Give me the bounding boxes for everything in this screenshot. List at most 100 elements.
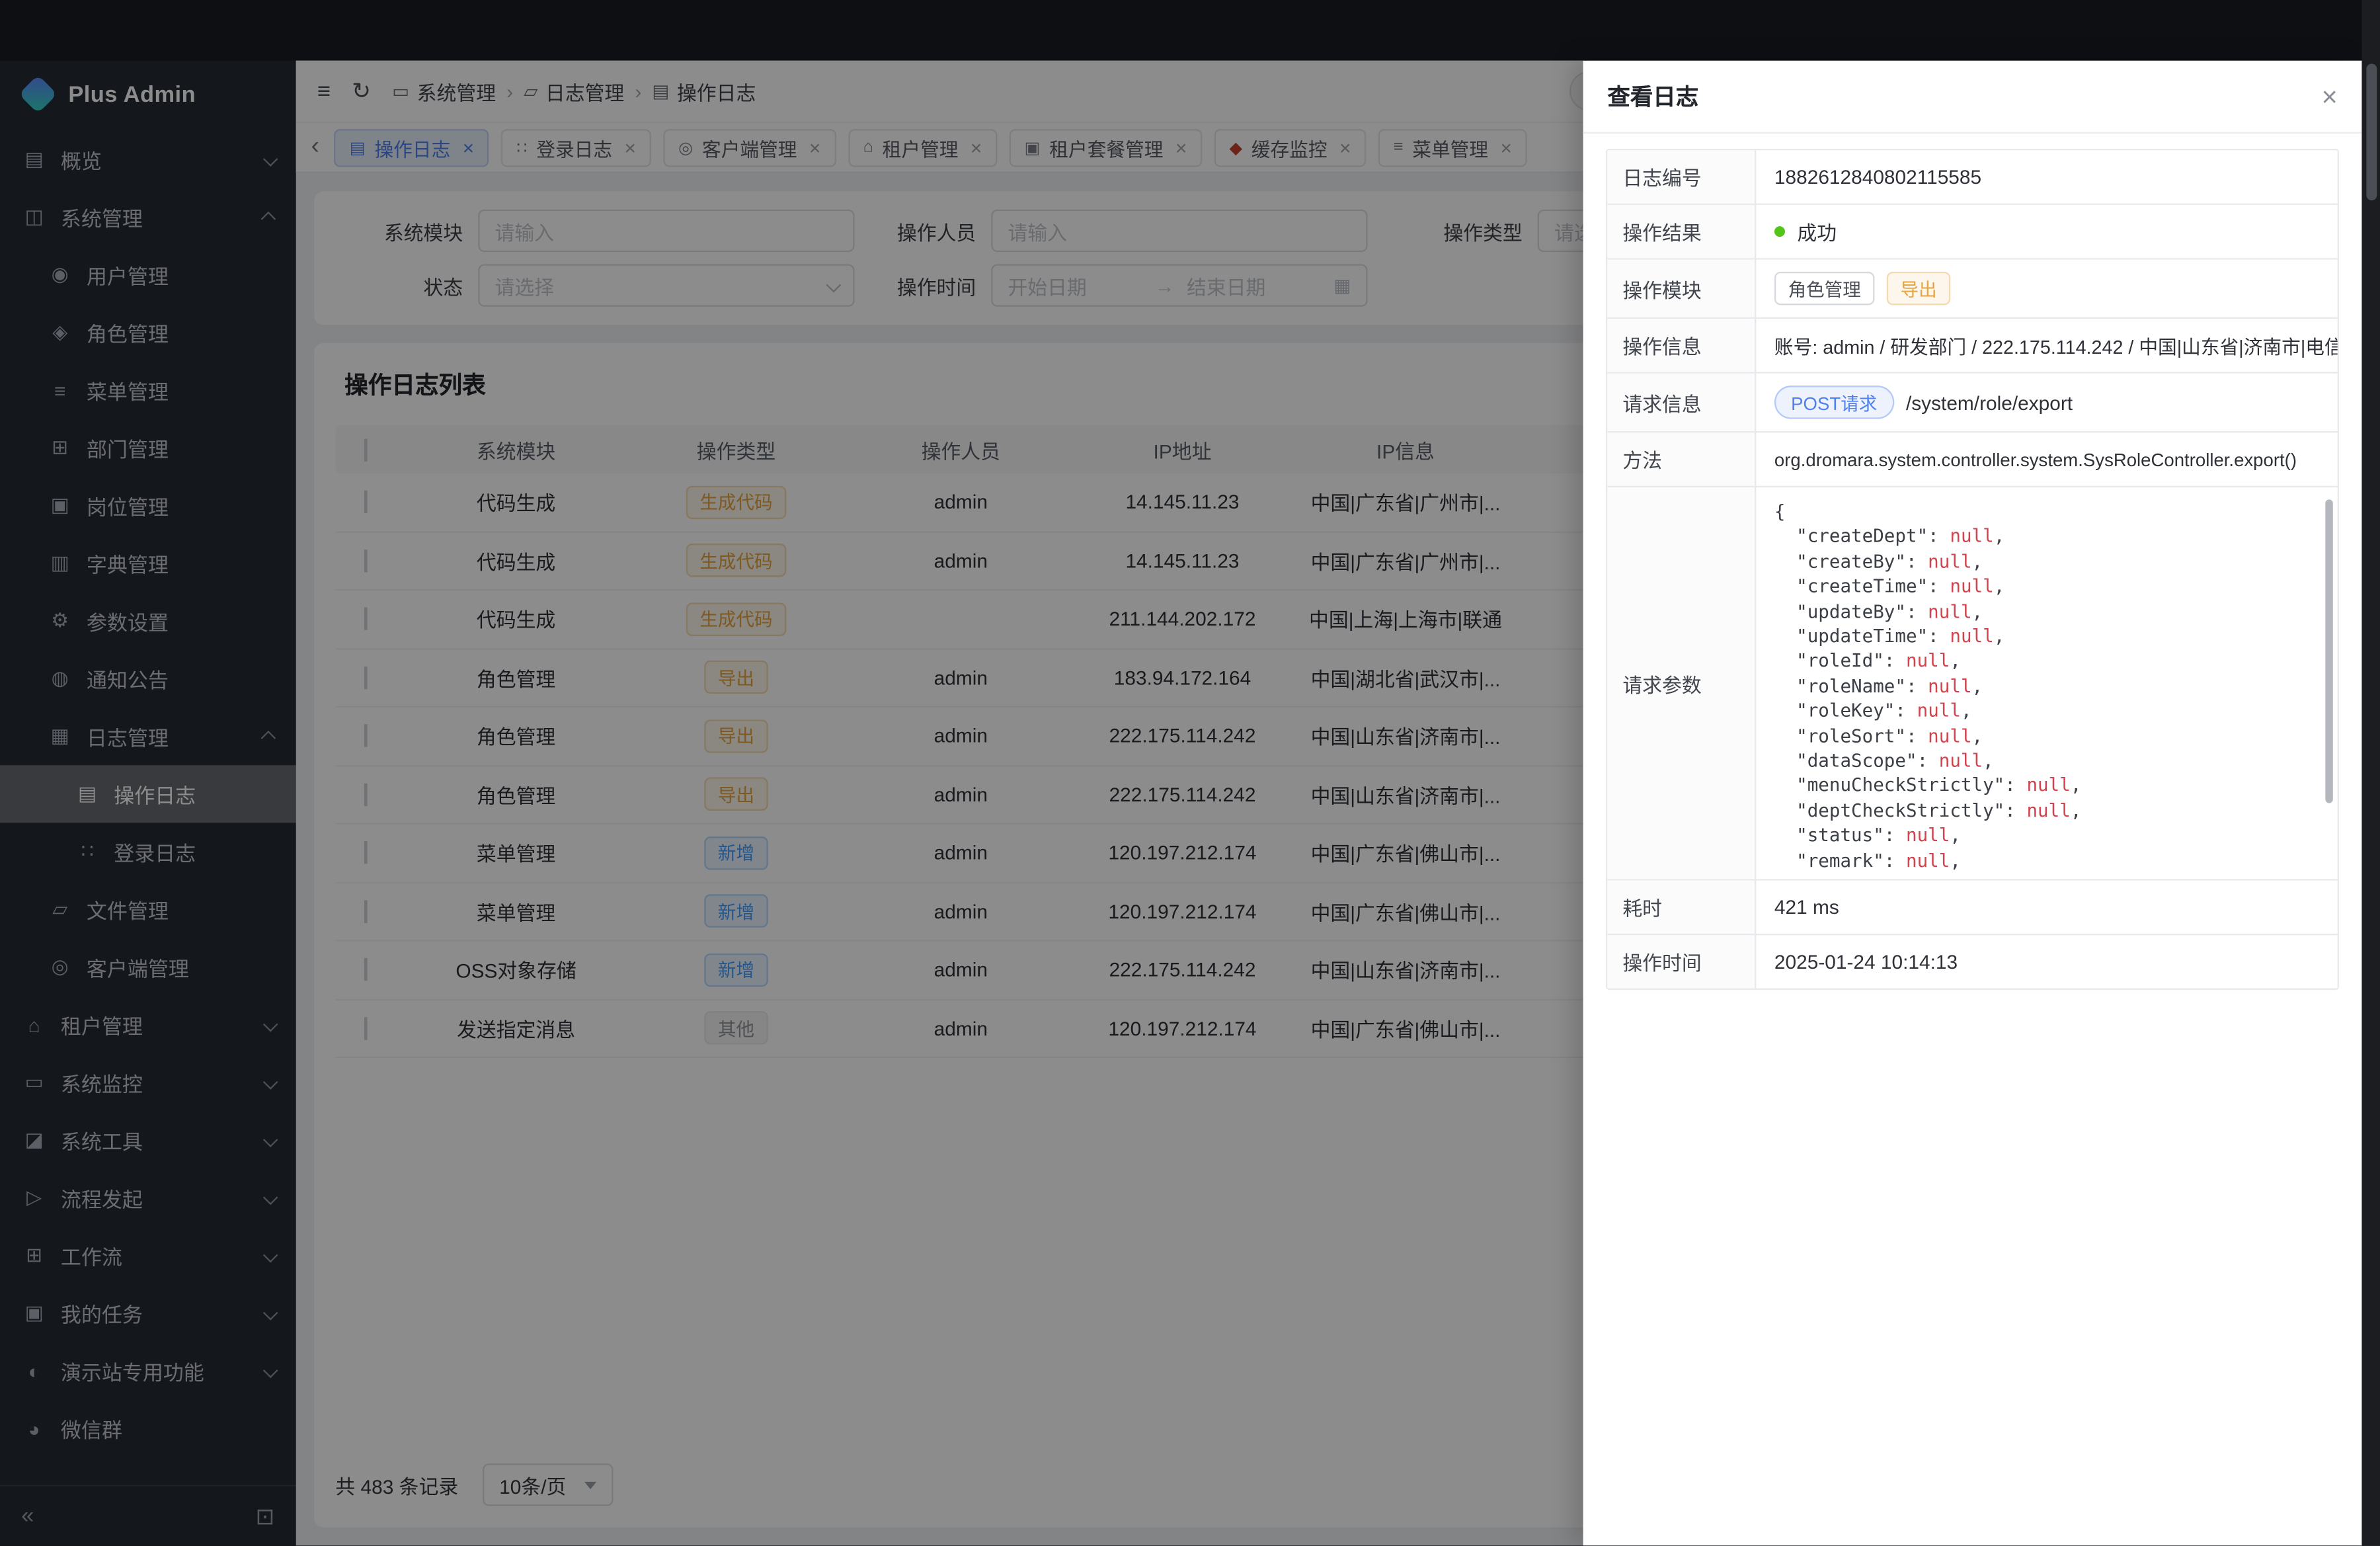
row-duration: 耗时 421 ms <box>1607 881 2337 936</box>
json-colon: : <box>1928 526 1950 547</box>
json-key: "createDept" <box>1774 526 1928 547</box>
json-key: "updateTime" <box>1774 626 1928 647</box>
window-scrollbar-thumb[interactable] <box>2365 63 2376 200</box>
json-key: "dataScope" <box>1774 750 1917 771</box>
json-key: "menuCheckStrictly" <box>1774 775 2004 796</box>
json-comma: , <box>1994 576 2005 597</box>
success-dot-icon <box>1774 226 1785 237</box>
json-comma: , <box>1972 675 1983 696</box>
result-label: 操作结果 <box>1607 205 1756 258</box>
code-line: "remark": null, <box>1774 848 2319 874</box>
window-scrollbar[interactable] <box>2361 0 2380 1545</box>
json-colon: : <box>1906 551 1928 572</box>
json-comma: , <box>1950 651 1961 672</box>
code-line: "menuCheckStrictly": null, <box>1774 774 2319 799</box>
request-path: /system/role/export <box>1906 391 2073 413</box>
duration-value: 421 ms <box>1756 881 2337 934</box>
json-colon: : <box>1895 700 1917 721</box>
request-value: POST请求 /system/role/export <box>1756 374 2337 431</box>
row-method: 方法 org.dromara.system.controller.system.… <box>1607 432 2337 487</box>
params-json-code[interactable]: { "createDept": null, "createBy": null, … <box>1756 487 2337 879</box>
code-line: "roleName": null, <box>1774 674 2319 699</box>
json-null-value: null <box>2026 800 2070 821</box>
code-line: "updateBy": null, <box>1774 599 2319 624</box>
code-line: { <box>1774 499 2319 524</box>
code-line: "createDept": null, <box>1774 524 2319 549</box>
json-comma: , <box>1950 850 1961 871</box>
params-value: { "createDept": null, "createBy": null, … <box>1756 487 2337 879</box>
code-line: "createTime": null, <box>1774 574 2319 599</box>
json-key: "roleSort" <box>1774 725 1906 747</box>
row-log-id: 日志编号 1882612840802115585 <box>1607 150 2337 205</box>
json-key: "roleKey" <box>1774 700 1895 721</box>
code-line: "deptCheckStrictly": null, <box>1774 798 2319 823</box>
json-key: "roleName" <box>1774 675 1906 696</box>
post-method-badge: POST请求 <box>1774 386 1894 419</box>
json-null-value: null <box>1928 725 1971 747</box>
time-value: 2025-01-24 10:14:13 <box>1756 935 2337 988</box>
params-label: 请求参数 <box>1607 487 1756 879</box>
json-null-value: null <box>1906 825 1950 846</box>
module-label: 操作模块 <box>1607 260 1756 317</box>
json-key: "createTime" <box>1774 576 1928 597</box>
json-colon: : <box>1928 576 1950 597</box>
json-comma: , <box>1994 526 2005 547</box>
row-time: 操作时间 2025-01-24 10:14:13 <box>1607 935 2337 988</box>
json-colon: : <box>1884 850 1906 871</box>
json-null-value: null <box>1950 576 1993 597</box>
code-line: "roleKey": null, <box>1774 699 2319 724</box>
json-key: "deptCheckStrictly" <box>1774 800 2004 821</box>
info-label: 操作信息 <box>1607 319 1756 372</box>
json-comma: , <box>1994 626 2005 647</box>
json-null-value: null <box>1950 626 1993 647</box>
json-key: "remark" <box>1774 850 1884 871</box>
json-null-value: null <box>1928 600 1971 622</box>
json-colon: : <box>2004 800 2026 821</box>
row-info: 操作信息 账号: admin / 研发部门 / 222.175.114.242 … <box>1607 319 2337 374</box>
view-log-drawer: 查看日志 × 日志编号 1882612840802115585 操作结果 成功 … <box>1583 61 2362 1545</box>
row-params: 请求参数 { "createDept": null, "createBy": n… <box>1607 487 2337 881</box>
json-null-value: null <box>1906 850 1950 871</box>
json-null-value: null <box>2026 775 2070 796</box>
code-line: "updateTime": null, <box>1774 624 2319 649</box>
module-tags: 角色管理导出 <box>1756 260 2337 317</box>
json-null-value: null <box>1928 551 1971 572</box>
duration-label: 耗时 <box>1607 881 1756 934</box>
json-colon: : <box>1928 626 1950 647</box>
method-label: 方法 <box>1607 432 1756 485</box>
row-request: 请求信息 POST请求 /system/role/export <box>1607 374 2337 433</box>
close-icon[interactable]: × <box>2322 83 2338 110</box>
json-comma: , <box>1961 700 1972 721</box>
module-tag: 导出 <box>1887 272 1950 305</box>
json-colon: : <box>1917 750 1939 771</box>
drawer-body: 日志编号 1882612840802115585 操作结果 成功 操作模块 角色… <box>1583 134 2362 1545</box>
code-scrollbar[interactable] <box>2325 499 2332 803</box>
code-line: "roleId": null, <box>1774 649 2319 674</box>
json-colon: : <box>2004 775 2026 796</box>
json-comma: , <box>1972 600 1983 622</box>
json-comma: , <box>2071 775 2082 796</box>
code-line: "roleSort": null, <box>1774 723 2319 749</box>
json-key: "createBy" <box>1774 551 1906 572</box>
json-colon: : <box>1906 675 1928 696</box>
json-colon: : <box>1884 825 1906 846</box>
info-value: 账号: admin / 研发部门 / 222.175.114.242 / 中国|… <box>1756 319 2337 372</box>
code-line: "dataScope": null, <box>1774 749 2319 774</box>
log-id-value: 1882612840802115585 <box>1756 150 2337 203</box>
json-null-value: null <box>1917 700 1961 721</box>
json-colon: : <box>1884 651 1906 672</box>
request-label: 请求信息 <box>1607 374 1756 431</box>
code-line: "status": null, <box>1774 823 2319 848</box>
time-label: 操作时间 <box>1607 935 1756 988</box>
module-tag: 角色管理 <box>1774 272 1875 305</box>
json-null-value: null <box>1939 750 1983 771</box>
json-key: "roleId" <box>1774 651 1884 672</box>
json-key: "status" <box>1774 825 1884 846</box>
json-null-value: null <box>1906 651 1950 672</box>
screen: Plus Admin ▤概览◫系统管理◉用户管理◈角色管理≡菜单管理⊞部门管理▣… <box>0 0 2380 1545</box>
json-null-value: null <box>1928 675 1971 696</box>
row-result: 操作结果 成功 <box>1607 205 2337 260</box>
json-comma: , <box>1972 725 1983 747</box>
json-comma: , <box>1950 825 1961 846</box>
result-text: 成功 <box>1797 217 1837 246</box>
